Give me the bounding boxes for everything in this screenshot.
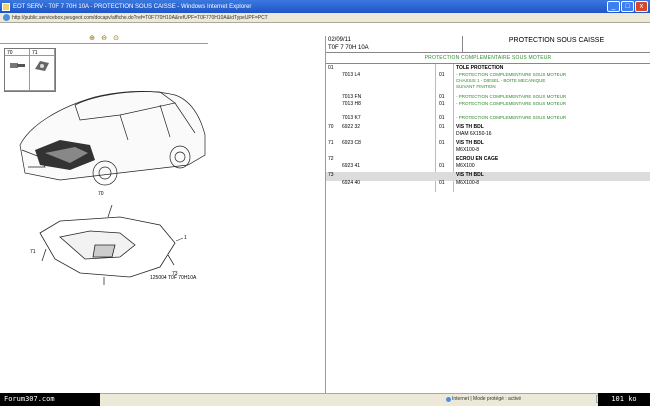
window-title: EOT SERV - T0F 7 70H 10A - PROTECTION SO… <box>13 3 252 10</box>
page-content: ⊕ ⊖ ⊙ 70 71 70 71 73 1 125004 T0F 70H10A… <box>0 23 650 393</box>
globe-icon <box>446 397 451 402</box>
part-quantity: 01 <box>439 124 445 130</box>
part-description: VIS TH BDL <box>456 124 484 130</box>
zoom-in-icon[interactable]: ⊕ <box>88 35 96 43</box>
exploded-view-drawing: 70 71 72 73 1 <box>19 91 206 285</box>
part-description: DIAM 6X150-16 <box>456 131 492 137</box>
part-description: VIS TH BDL <box>456 172 484 178</box>
part-description: CHASSIS 1 - DIESEL - BOITE MECANIQUE <box>456 78 546 83</box>
callout-1: 1 <box>184 235 187 241</box>
ie-icon <box>3 14 10 21</box>
minimize-button[interactable]: _ <box>607 1 620 12</box>
doc-date: 02/09/11 <box>328 37 351 43</box>
part-quantity: 01 <box>439 101 445 107</box>
part-description: - PROTECTION COMPLEMENTAIRE SOUS MOTEUR <box>456 94 567 99</box>
app-icon <box>2 2 10 11</box>
part-section: 73 <box>328 172 334 178</box>
zoom-out-icon[interactable]: ⊖ <box>100 35 108 43</box>
download-speed: 101 ko <box>598 393 650 406</box>
maximize-button[interactable]: □ <box>621 1 634 12</box>
zoom-fit-icon[interactable]: ⊙ <box>112 35 120 43</box>
address-url[interactable]: http://public.servicebox.peugeot.com/doc… <box>12 15 268 21</box>
part-quantity: 01 <box>439 72 445 78</box>
part-section: 71 <box>328 140 334 146</box>
address-bar[interactable]: http://public.servicebox.peugeot.com/doc… <box>0 13 650 23</box>
part-description: M6X100-8 <box>456 180 480 186</box>
part-quantity: 01 <box>439 140 445 146</box>
part-description: TOLE PROTECTION <box>456 65 504 71</box>
part-section: 70 <box>328 124 334 130</box>
part-reference: 7013 L4 <box>342 72 361 78</box>
window-controls: _ □ x <box>607 1 648 12</box>
section-subtitle: PROTECTION COMPLEMENTAIRE SOUS MOTEUR <box>326 53 650 64</box>
part-quantity: 01 <box>439 115 445 121</box>
callout-71: 71 <box>30 249 36 255</box>
part-reference: 7013 K7 <box>342 115 361 121</box>
diagram-toolbar: ⊕ ⊖ ⊙ <box>0 34 208 44</box>
watermark: Forum307.com <box>0 393 100 406</box>
part-row[interactable]: 73 VIS TH BDL <box>326 172 650 181</box>
part-quantity: 01 <box>439 163 445 169</box>
page-title: PROTECTION SOUS CAISSE <box>462 36 650 53</box>
callout-70: 70 <box>98 191 104 197</box>
parts-header: 02/09/11 T0F 7 70H 10A PROTECTION SOUS C… <box>326 36 650 53</box>
status-zone[interactable]: Internet | Mode protégé : activé <box>452 396 521 402</box>
part-section: 72 <box>328 156 334 162</box>
close-button[interactable]: x <box>635 1 648 12</box>
parts-pane: 02/09/11 T0F 7 70H 10A PROTECTION SOUS C… <box>326 36 650 393</box>
part-reference: 6923 41 <box>342 163 361 169</box>
part-reference: 6922 32 <box>342 124 361 130</box>
part-description: M6X100-8 <box>456 147 480 153</box>
part-section: 01 <box>328 65 334 71</box>
part-description: ECROU EN CAGE <box>456 156 499 162</box>
part-reference: 6924 40 <box>342 180 361 186</box>
part-reference: 7013 H8 <box>342 101 361 107</box>
part-description: VIS TH BDL <box>456 140 484 146</box>
part-reference: 6923 C8 <box>342 140 361 146</box>
drawing-caption: 125004 T0F 70H10A <box>150 275 197 281</box>
part-reference: 7013 FN <box>342 94 362 100</box>
part-description: - PROTECTION COMPLEMENTAIRE SOUS MOTEUR <box>456 72 567 77</box>
part-description: M6X100 <box>456 163 475 169</box>
part-quantity: 01 <box>439 94 445 100</box>
underbody-shield-plate <box>39 216 176 278</box>
doc-code: T0F 7 70H 10A <box>328 45 369 51</box>
part-description: SUIVANT FINITION <box>456 84 496 89</box>
diagram-pane: ⊕ ⊖ ⊙ 70 71 70 71 73 1 125004 T0F 70H10A <box>0 23 324 393</box>
part-description: - PROTECTION COMPLEMENTAIRE SOUS MOTEUR <box>456 115 567 120</box>
part-description: - PROTECTION COMPLEMENTAIRE SOUS MOTEUR <box>456 101 567 106</box>
part-quantity: 01 <box>439 180 445 186</box>
car-illustration <box>19 91 206 186</box>
window-title-bar: EOT SERV - T0F 7 70H 10A - PROTECTION SO… <box>0 0 650 13</box>
